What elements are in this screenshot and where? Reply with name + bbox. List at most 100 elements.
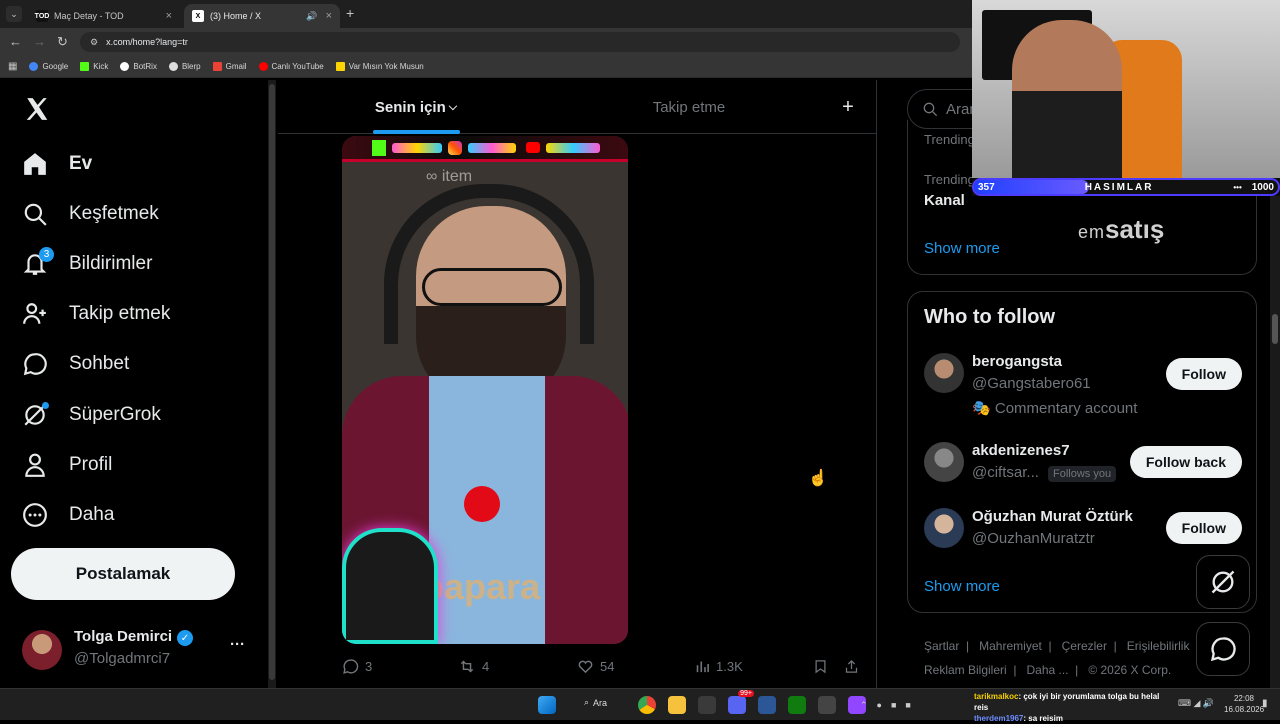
app-icon[interactable]	[788, 696, 806, 714]
nav-item-home[interactable]: Ev	[22, 144, 92, 184]
nav-item-profile[interactable]: Profil	[22, 445, 112, 485]
reload-icon[interactable]: ↻	[57, 34, 68, 50]
tab-search-button[interactable]: ⌄	[6, 6, 22, 22]
tray-app-icon[interactable]: ■	[905, 700, 910, 710]
tray-chevron-icon[interactable]: ⌃	[860, 700, 868, 711]
bookmark-var-misin[interactable]: Var Mısın Yok Musun	[335, 62, 424, 71]
reply-action[interactable]: 3	[342, 658, 372, 675]
site-info-icon[interactable]: ⚙	[90, 37, 98, 48]
webcam-dots: •••	[1233, 182, 1242, 192]
speaker-icon[interactable]: 🔊	[306, 11, 317, 22]
x-logo-icon[interactable]	[24, 96, 50, 122]
tray-app-icon[interactable]: ■	[891, 700, 896, 710]
mask-icon: 🎭	[972, 400, 991, 417]
footer-link[interactable]: Erişilebilirlik	[1127, 639, 1190, 653]
steam-icon[interactable]: ●	[877, 700, 882, 710]
windows-start-icon[interactable]	[538, 696, 556, 714]
nav-item-grok[interactable]: SüperGrok	[22, 395, 161, 435]
nav-item-explore[interactable]: Keşfetmek	[22, 194, 159, 234]
follow-suggestion[interactable]: Oğuzhan Murat Öztürk @OuzhanMuratztr Fol…	[924, 508, 1242, 558]
nav-label: Ev	[69, 153, 93, 174]
tab-for-you[interactable]: Senin için ⌵	[278, 80, 554, 134]
tab-following[interactable]: Takip etme	[554, 80, 824, 134]
footer-link[interactable]: Reklam Bilgileri	[924, 663, 1007, 677]
notification-center-icon[interactable]: ▮	[1262, 698, 1268, 709]
taskbar-search[interactable]: ⌕ Ara	[584, 697, 607, 708]
bookmark-gmail[interactable]: Gmail	[212, 62, 247, 71]
view-count: 1.3K	[716, 659, 743, 674]
follow-back-button[interactable]: Follow back	[1129, 446, 1242, 478]
file-explorer-icon[interactable]	[668, 696, 686, 714]
page-scrollbar[interactable]	[1270, 196, 1280, 688]
messages-float-button[interactable]	[1196, 622, 1250, 676]
like-count: 54	[600, 659, 615, 674]
address-bar[interactable]: ⚙ x.com/home?lang=tr	[80, 32, 960, 52]
account-switcher[interactable]: Tolga Demirci ✓ @Tolgadmrci7 ···	[22, 628, 252, 672]
app-icon[interactable]	[818, 696, 836, 714]
nav-item-notifications[interactable]: 3 Bildirimler	[22, 244, 152, 284]
game-show-icon	[335, 62, 345, 71]
clock[interactable]: 22:08 16.08.2026	[1224, 693, 1264, 715]
tod-favicon-icon: TOD	[35, 10, 49, 22]
footer-link[interactable]: Daha ...	[1026, 663, 1068, 677]
footer-link[interactable]: Şartlar	[924, 639, 959, 653]
show-more-link[interactable]: Show more	[924, 240, 1000, 257]
like-action[interactable]: 54	[577, 658, 614, 675]
link-icon: ∞	[426, 168, 438, 185]
close-tab-icon[interactable]: ×	[326, 10, 332, 22]
commentary-account-label: 🎭 Commentary account	[972, 400, 1138, 417]
who-to-follow-title: Who to follow	[924, 306, 1056, 328]
follow-button[interactable]: Follow	[1165, 358, 1242, 390]
avatar	[924, 353, 964, 393]
nav-item-follow[interactable]: Takip etmek	[22, 294, 170, 334]
apps-icon[interactable]: ▦	[8, 61, 17, 72]
browser-tab-home-x[interactable]: X (3) Home / X 🔊 ×	[184, 4, 340, 28]
footer-link[interactable]: Çerezler	[1062, 639, 1107, 653]
repost-count: 4	[482, 659, 490, 674]
nav-label: Keşfetmek	[69, 203, 159, 224]
bell-icon: 3	[22, 247, 54, 277]
webcam-person	[1012, 20, 1122, 178]
analytics-icon	[696, 661, 709, 673]
left-scrollbar[interactable]	[268, 80, 276, 688]
close-tab-icon[interactable]: ×	[166, 10, 172, 22]
item-watermark: ∞ item	[426, 168, 473, 185]
scrollbar-thumb[interactable]	[1272, 314, 1278, 344]
tab-label: Takip etme	[652, 98, 726, 116]
show-more-link[interactable]: Show more	[924, 578, 1000, 595]
bookmark-action[interactable]	[813, 658, 828, 675]
post-button[interactable]: Postalamak	[11, 548, 235, 600]
bookmark-blerp[interactable]: Blerp	[168, 62, 201, 71]
bookmark-kick[interactable]: Kick	[80, 62, 108, 71]
follow-suggestion[interactable]: berogangsta @Gangstabero61 🎭 Commentary …	[924, 353, 1242, 419]
discord-icon[interactable]: 99+	[728, 690, 754, 714]
footer-link[interactable]: Mahremiyet	[979, 639, 1042, 653]
post-video[interactable]: papara ∞ item	[342, 136, 628, 644]
new-tab-button[interactable]: +	[346, 5, 354, 21]
chrome-icon[interactable]	[638, 696, 656, 714]
grok-icon	[22, 402, 49, 428]
bookmark-botrix[interactable]: BotRix	[120, 62, 157, 71]
feed-header: Senin için ⌵ Takip etme +	[278, 80, 876, 134]
bookmark-google[interactable]: Google	[29, 62, 68, 71]
nav-item-chat[interactable]: Sohbet	[22, 344, 129, 384]
account-more-icon[interactable]: ···	[230, 636, 245, 653]
app-icon[interactable]	[698, 696, 716, 714]
tray-system-icons[interactable]: ⌨ ◢ 🔊	[1178, 698, 1214, 709]
repost-action[interactable]: 4	[458, 658, 489, 675]
back-icon[interactable]: ←	[9, 34, 22, 49]
browser-tab-mac-detay[interactable]: TOD Maç Detay - TOD ×	[28, 4, 180, 28]
scrollbar-thumb[interactable]	[269, 84, 275, 680]
sponsor-text: papara	[422, 566, 541, 607]
nav-item-more[interactable]: Daha	[22, 495, 114, 535]
follow-button[interactable]: Follow	[1165, 512, 1242, 544]
forward-icon[interactable]: →	[33, 34, 46, 49]
views-action[interactable]: 1.3K	[695, 658, 743, 675]
webcam-right-count: 1000	[1251, 181, 1274, 193]
follow-suggestion[interactable]: akdenizenes7 @ciftsar... Follows you Fol…	[924, 442, 1242, 492]
add-tab-button[interactable]: +	[828, 80, 868, 134]
grok-float-button[interactable]	[1196, 555, 1250, 609]
bookmark-youtube[interactable]: Canlı YouTube	[258, 62, 324, 71]
share-action[interactable]	[844, 658, 859, 675]
app-icon[interactable]	[758, 696, 776, 714]
